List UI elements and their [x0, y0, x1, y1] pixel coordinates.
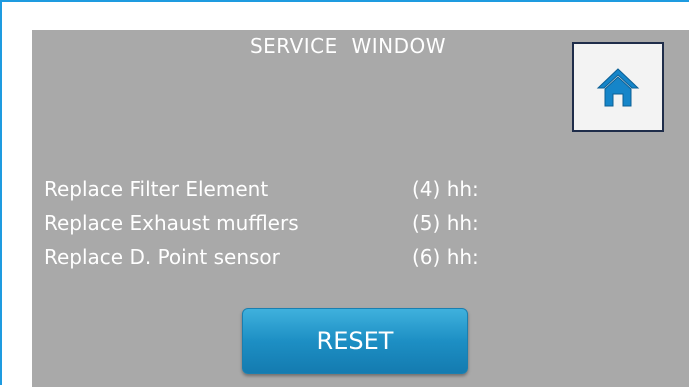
row-label: Replace Exhaust mufflers: [44, 211, 299, 235]
page-title: SERVICE WINDOW: [249, 34, 447, 58]
service-row-filter-element: Replace Filter Element (4) hh:: [44, 172, 479, 206]
service-row-dpoint-sensor: Replace D. Point sensor (6) hh:: [44, 240, 479, 274]
row-label: Replace D. Point sensor: [44, 245, 280, 269]
reset-button[interactable]: RESET: [242, 308, 468, 374]
row-index: (5) hh:: [412, 211, 479, 235]
window-frame: SERVICE WINDOW Replace Filter Element (4)…: [0, 0, 689, 387]
service-items: Replace Filter Element (4) hh: Replace Ex…: [44, 172, 479, 274]
home-icon: [582, 52, 654, 122]
home-button[interactable]: [572, 42, 664, 132]
row-label: Replace Filter Element: [44, 177, 269, 201]
row-index: (4) hh:: [412, 177, 479, 201]
row-index: (6) hh:: [412, 245, 479, 269]
service-row-exhaust-mufflers: Replace Exhaust mufflers (5) hh:: [44, 206, 479, 240]
